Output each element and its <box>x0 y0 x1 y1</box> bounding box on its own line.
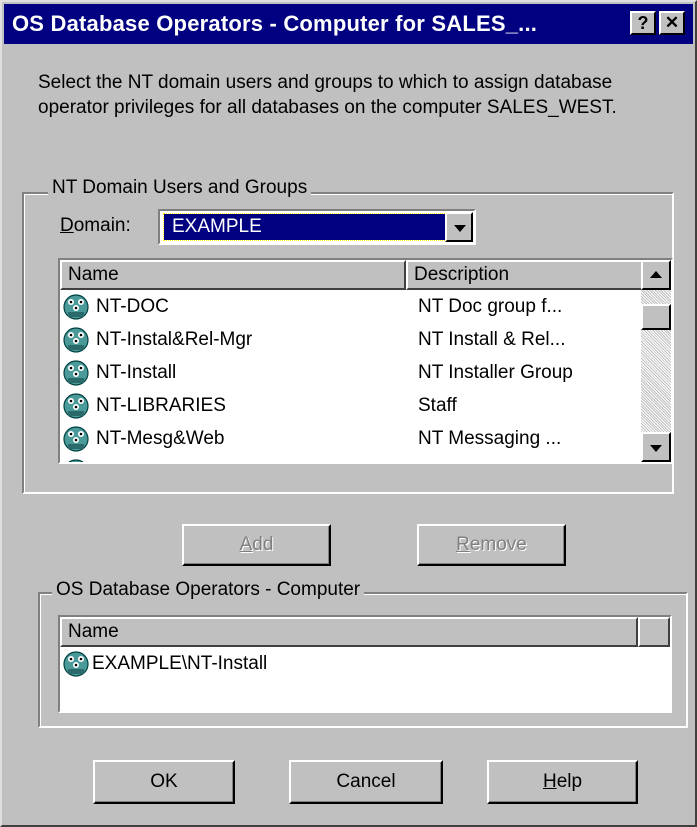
list-item-name: NT-DOC <box>96 296 169 317</box>
domain-users-legend: NT Domain Users and Groups <box>48 177 312 199</box>
users-groups-list[interactable]: Name Description NT-DOC NT Doc group f...… <box>58 258 673 464</box>
list-item-name: NT-Netscape-Lic <box>96 461 238 462</box>
instruction-text: Select the NT domain users and groups to… <box>38 72 617 118</box>
list-item-description: NT Installer Group <box>418 362 573 383</box>
domain-select[interactable]: EXAMPLE <box>158 209 476 245</box>
user-group-icon <box>63 459 89 462</box>
scroll-down-button[interactable] <box>641 432 671 462</box>
list-item[interactable]: NT-Mesg&Web NT Messaging ... <box>60 422 640 455</box>
list-item-name: NT-Mesg&Web <box>96 428 225 449</box>
close-button[interactable]: ✕ <box>659 11 685 35</box>
chevron-down-icon <box>454 225 466 232</box>
window-title: OS Database Operators - Computer for SAL… <box>12 11 538 36</box>
list-item[interactable]: NT-Install NT Installer Group <box>60 356 640 389</box>
user-group-icon <box>63 360 89 386</box>
list-item-name: NT-LIBRARIES <box>96 395 226 416</box>
help-button[interactable]: Help <box>487 760 638 804</box>
list-item[interactable]: NT-Instal&Rel-Mgr NT Install & Rel... <box>60 323 640 356</box>
user-group-icon <box>63 393 89 419</box>
vertical-scrollbar[interactable] <box>641 260 671 462</box>
list-item-name: NT-Install <box>96 362 177 383</box>
user-group-icon <box>63 294 89 320</box>
user-group-icon <box>63 426 89 452</box>
cancel-button[interactable]: Cancel <box>289 760 443 804</box>
operators-legend: OS Database Operators - Computer <box>52 579 365 601</box>
list-item-description: NT Install & Rel... <box>418 329 566 350</box>
chevron-up-icon <box>650 271 662 278</box>
user-group-icon <box>63 327 89 353</box>
scroll-up-button[interactable] <box>641 260 671 290</box>
list-item-name: NT-Instal&Rel-Mgr <box>96 329 253 350</box>
column-header-description[interactable]: Description <box>406 260 644 290</box>
chevron-down-icon <box>650 445 662 452</box>
column-header-name[interactable]: Name <box>60 260 406 290</box>
add-button[interactable]: Add <box>182 524 331 566</box>
ok-button[interactable]: OK <box>93 760 235 804</box>
operators-column-header-name[interactable]: Name <box>60 617 638 647</box>
remove-button[interactable]: Remove <box>417 524 566 566</box>
list-item-description: NT Doc group f... <box>418 296 563 317</box>
operators-column-header-blank[interactable] <box>638 617 670 647</box>
operators-list[interactable]: Name EXAMPLE\NT-Install <box>58 615 672 713</box>
help-question-button[interactable]: ? <box>630 11 656 35</box>
operator-name: EXAMPLE\NT-Install <box>92 653 268 674</box>
dialog-window: OS Database Operators - Computer for SAL… <box>0 0 697 827</box>
user-group-icon <box>63 651 89 677</box>
domain-select-value: EXAMPLE <box>163 213 449 241</box>
domain-label: Domain: <box>60 215 131 236</box>
list-item[interactable]: NT-LIBRARIES Staff <box>60 389 640 422</box>
list-item-description: Netscape Licensed <box>418 461 580 462</box>
list-item[interactable]: NT-DOC NT Doc group f... <box>60 290 640 323</box>
list-item-description: Staff <box>418 395 457 416</box>
domain-dropdown-button[interactable] <box>445 212 473 242</box>
list-item-description: NT Messaging ... <box>418 428 562 449</box>
scroll-thumb[interactable] <box>641 304 671 330</box>
title-bar[interactable]: OS Database Operators - Computer for SAL… <box>4 4 693 44</box>
list-item[interactable]: NT-Netscape-Lic Netscape Licensed <box>60 455 640 462</box>
operator-list-item[interactable]: EXAMPLE\NT-Install <box>60 647 660 680</box>
